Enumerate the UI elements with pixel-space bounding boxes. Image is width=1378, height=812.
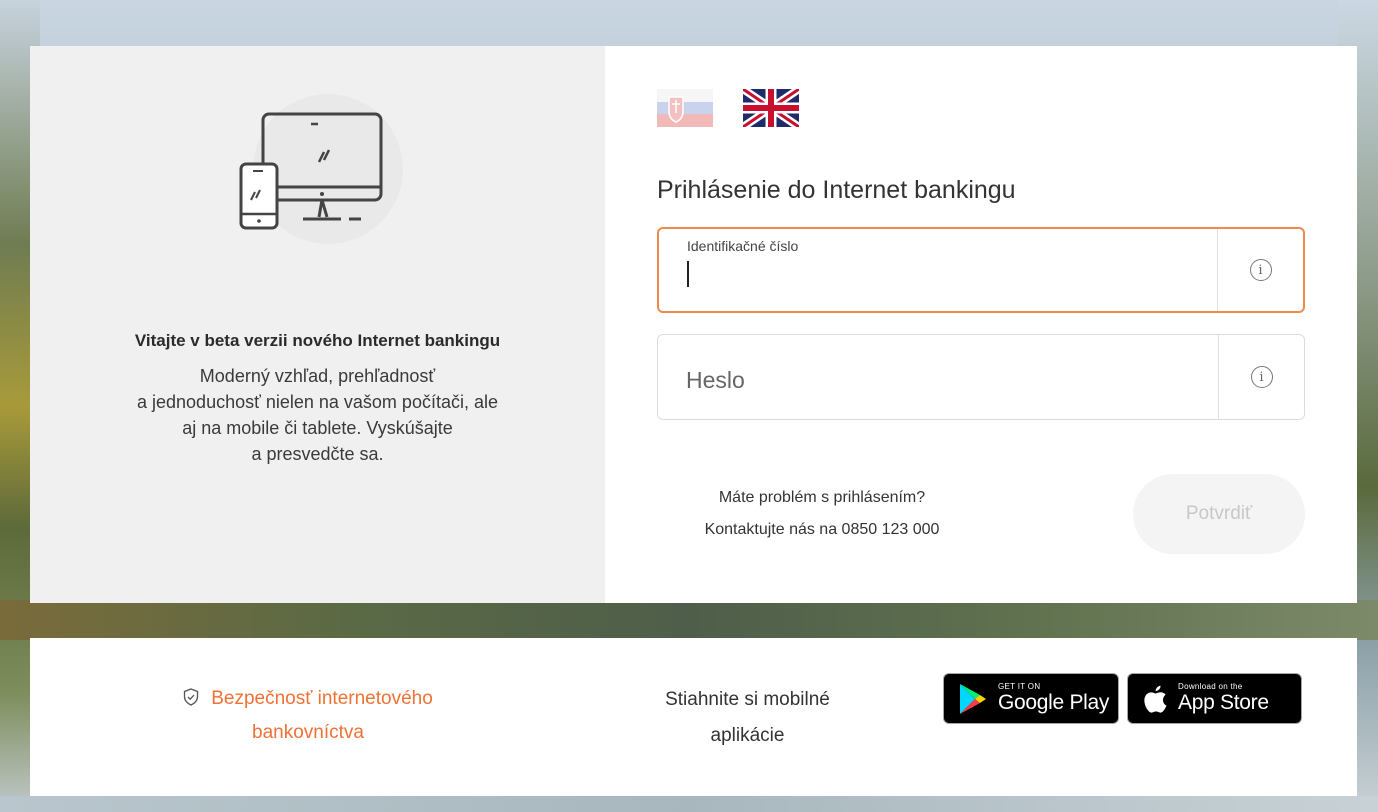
id-number-label: Identifikačné číslo: [687, 238, 799, 254]
devices-illustration-icon: [233, 94, 403, 254]
apple-icon: [1144, 685, 1167, 713]
background-landscape-strip: [0, 600, 1378, 640]
download-line1: Stiahnite si mobilné: [665, 689, 830, 710]
id-number-input-wrapper[interactable]: Identifikačné číslo: [659, 229, 1217, 311]
slovak-flag-icon[interactable]: [657, 89, 713, 127]
welcome-line: a jednoduchosť nielen na vašom počítači,…: [137, 392, 498, 412]
info-icon: i: [1250, 366, 1273, 388]
welcome-line: Moderný vzhľad, prehľadnosť: [199, 366, 436, 386]
confirm-button[interactable]: Potvrdiť: [1133, 474, 1305, 554]
app-store-button[interactable]: Download on the App Store: [1127, 673, 1302, 724]
background-bottom: [0, 796, 1378, 812]
text-caret: [687, 261, 689, 287]
info-icon: i: [1249, 259, 1272, 281]
app-store-label: App Store: [1178, 691, 1269, 714]
password-input-wrapper[interactable]: Heslo: [658, 335, 1218, 419]
id-number-field: Identifikačné číslo i: [657, 227, 1305, 313]
login-help: Máte problém s prihlásením? Kontaktujte …: [657, 482, 987, 546]
welcome-description: Moderný vzhľad, prehľadnosť a jednoducho…: [58, 363, 578, 467]
welcome-title: Vitajte v beta verzii nového Internet ba…: [134, 331, 501, 350]
password-placeholder: Heslo: [686, 367, 745, 393]
google-play-button[interactable]: GET IT ON Google Play: [943, 673, 1119, 724]
login-title: Prihlásenie do Internet bankingu: [657, 176, 1016, 204]
download-line2: aplikácie: [710, 725, 785, 746]
login-actions: Máte problém s prihlásením? Kontaktujte …: [657, 474, 1305, 554]
password-field: Heslo i: [657, 334, 1305, 420]
uk-flag-icon[interactable]: [743, 89, 799, 127]
security-link[interactable]: Bezpečnosť internetového bankovníctva: [138, 682, 478, 750]
security-line2: bankovníctva: [252, 722, 364, 743]
help-contact: Kontaktujte nás na 0850 123 000: [704, 521, 940, 538]
language-switcher: [657, 88, 1305, 128]
download-apps-text: Stiahnite si mobilné aplikácie: [635, 682, 860, 754]
help-question: Máte problém s prihlásením?: [718, 489, 926, 506]
id-number-info-button[interactable]: i: [1217, 229, 1303, 311]
security-line1: Bezpečnosť internetového: [211, 688, 433, 709]
id-number-input[interactable]: [686, 259, 1186, 289]
footer-card: Bezpečnosť internetového bankovníctva St…: [30, 638, 1357, 796]
google-play-label: Google Play: [998, 691, 1110, 714]
password-info-button[interactable]: i: [1218, 335, 1304, 419]
login-card: Vitajte v beta verzii nového Internet ba…: [30, 46, 1357, 603]
welcome-panel: Vitajte v beta verzii nového Internet ba…: [30, 46, 605, 603]
app-store-small-text: Download on the: [1178, 682, 1243, 691]
google-play-icon: [960, 683, 986, 714]
shield-icon: [184, 688, 199, 706]
welcome-line: aj na mobile či tablete. Vyskúšajte: [182, 418, 453, 438]
google-play-small-text: GET IT ON: [998, 682, 1041, 691]
welcome-line: a presvedčte sa.: [251, 444, 384, 464]
